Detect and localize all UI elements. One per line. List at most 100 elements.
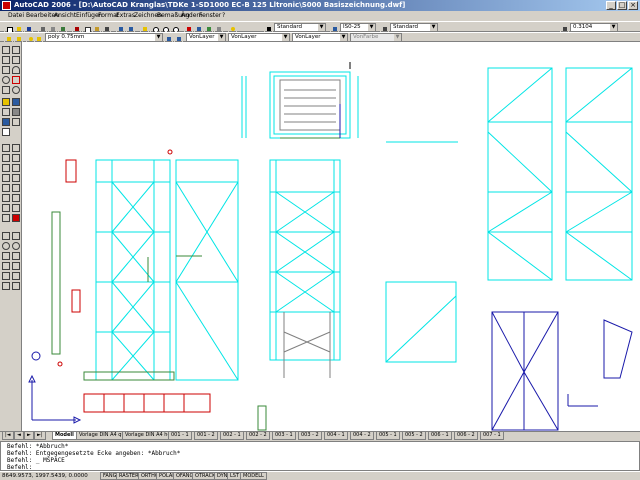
menu-help[interactable]: ? [222,12,225,19]
offset-icon[interactable] [12,154,20,162]
point-icon[interactable] [2,108,10,116]
tab-005-1[interactable]: 005 - 1 [376,432,400,440]
viewport-scale-select[interactable]: 0.3104 ▼ [570,23,618,32]
chevron-down-icon: ▼ [282,34,289,41]
make-block-icon[interactable] [12,98,20,106]
layer-select[interactable]: poly 0.75mm ▼ [45,33,163,42]
tab-003-2[interactable]: 003 - 2 [298,432,322,440]
standard-toolbar: Standard ▼ IS0-25 ▼ Standard ▼ 0.3104 ▼ [0,21,640,33]
chevron-down-icon: ▼ [394,34,401,41]
extend-icon[interactable] [2,194,10,202]
text-style-select[interactable]: Standard ▼ [274,23,326,32]
array-icon[interactable] [2,164,10,172]
revcloud-icon[interactable] [12,76,20,84]
tab-nav-next[interactable]: ► [24,432,34,440]
color-select[interactable]: VonLayer ▼ [186,33,226,42]
tab-006-2[interactable]: 006 - 2 [454,432,478,440]
model-toggle[interactable]: MODELL [240,472,267,480]
chevron-down-icon: ▼ [155,34,162,41]
chamfer-icon[interactable] [12,204,20,212]
move-icon[interactable] [12,164,20,172]
erase-icon[interactable] [2,144,10,152]
tab-001-1[interactable]: 001 - 1 [168,432,192,440]
break-icon[interactable] [12,194,20,202]
tab-004-2[interactable]: 004 - 2 [350,432,374,440]
tab-001-2[interactable]: 001 - 2 [194,432,218,440]
leader-icon[interactable] [12,262,20,270]
mtext-icon[interactable] [2,128,10,136]
autocad-app-icon[interactable] [2,1,11,10]
tab-nav-last[interactable]: ►| [34,432,46,440]
hatch-icon[interactable] [12,108,20,116]
continue-dim-icon[interactable] [2,262,10,270]
arc-icon[interactable] [12,66,20,74]
line-icon[interactable] [2,46,10,54]
trim-icon[interactable] [12,184,20,192]
tolerance-icon[interactable] [2,272,10,280]
tab-modell[interactable]: Modell [52,432,77,440]
tab-005-2[interactable]: 005 - 2 [402,432,426,440]
tab-002-1[interactable]: 002 - 1 [220,432,244,440]
command-history-line: Befehl: Entgegengesetzte Ecke angeben: *… [7,450,181,457]
minimize-button[interactable]: _ [606,1,616,10]
rotate-icon[interactable] [2,174,10,182]
command-window[interactable]: Befehl: *Abbruch* Befehl: Entgegengesetz… [0,441,640,471]
tab-007-1[interactable]: 007 - 1 [480,432,504,440]
fillet-icon[interactable] [2,214,10,222]
copy-object-icon[interactable] [12,144,20,152]
tab-004-1[interactable]: 004 - 1 [324,432,348,440]
polyline-icon[interactable] [2,56,10,64]
tab-003-1[interactable]: 003 - 1 [272,432,296,440]
radius-dim-icon[interactable] [2,242,10,250]
aligned-dim-icon[interactable] [12,232,20,240]
drawing-svg[interactable] [22,42,640,431]
menu-ansicht[interactable]: Ansicht [54,12,76,19]
polygon-icon[interactable] [12,56,20,64]
region-icon[interactable] [2,118,10,126]
coordinate-readout[interactable]: 8649.9573, 1997.5439, 0.0000 [2,473,88,479]
tower-elevation-right [487,67,633,281]
stretch-icon[interactable] [2,184,10,192]
dim-style-select[interactable]: IS0-25 ▼ [340,23,376,32]
center-mark-icon[interactable] [12,272,20,280]
diameter-dim-icon[interactable] [12,242,20,250]
command-prompt[interactable]: Befehl: [7,464,32,471]
tab-002-2[interactable]: 002 - 2 [246,432,270,440]
chevron-down-icon: ▼ [430,24,437,31]
tab-006-1[interactable]: 006 - 1 [428,432,452,440]
baseline-dim-icon[interactable] [12,252,20,260]
chevron-down-icon: ▼ [218,34,225,41]
menu-datei[interactable]: Datei [8,12,24,19]
scale-icon[interactable] [12,174,20,182]
menu-fenster[interactable]: Fenster [199,12,221,19]
drawing-canvas[interactable] [22,42,640,431]
circle-icon[interactable] [2,76,10,84]
dim-update-icon[interactable] [12,282,20,290]
table-icon[interactable] [12,118,20,126]
mirror-icon[interactable] [2,154,10,162]
insert-block-icon[interactable] [2,98,10,106]
tab-nav-prev[interactable]: ◄ [14,432,24,440]
table-style-select[interactable]: Standard ▼ [390,23,438,32]
layout-tabs: |◄ ◄ ► ►| Modell Vorlage DIN A4 quer Vor… [0,431,640,440]
plotstyle-select: VonFarbe ▼ [350,33,402,42]
linetype-value: VonLayer [231,34,257,40]
restore-button[interactable]: □ [617,1,627,10]
linear-dim-icon[interactable] [2,232,10,240]
spline-icon[interactable] [2,86,10,94]
angular-dim-icon[interactable] [2,252,10,260]
ellipse-icon[interactable] [12,86,20,94]
dim-edit-icon[interactable] [2,282,10,290]
menu-extras[interactable]: Extras [116,12,135,19]
chevron-down-icon: ▼ [610,24,617,31]
linetype-select[interactable]: VonLayer ▼ [228,33,290,42]
join-icon[interactable] [2,204,10,212]
tab-nav-first[interactable]: |◄ [2,432,14,440]
status-bar: 8649.9573, 1997.5439, 0.0000 FANG RASTER… [0,471,640,480]
xline-icon[interactable] [12,46,20,54]
rectangle-icon[interactable] [2,66,10,74]
explode-icon[interactable] [12,214,20,222]
close-button[interactable]: × [628,1,638,10]
chevron-down-icon: ▼ [318,24,325,31]
lineweight-select[interactable]: VonLayer ▼ [292,33,348,42]
